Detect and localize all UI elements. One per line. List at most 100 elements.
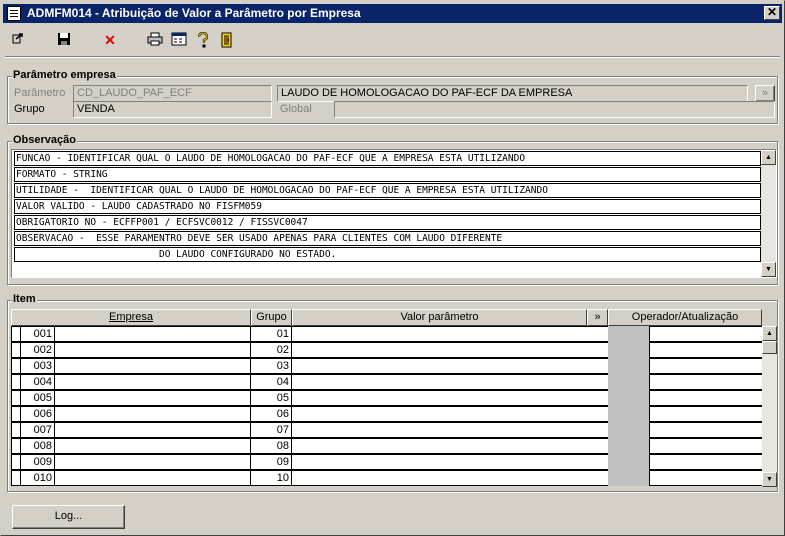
- grupo-cell[interactable]: 10: [250, 470, 292, 486]
- operador-atualizacao-cell: [649, 374, 763, 390]
- empresa-code-cell[interactable]: 003: [20, 358, 55, 374]
- parametro-empresa-label: Parâmetro empresa: [12, 69, 117, 81]
- scroll-down-icon[interactable]: ▼: [762, 472, 777, 487]
- column-header-expand[interactable]: »: [587, 309, 608, 326]
- operador-atualizacao-cell: [649, 438, 763, 454]
- empresa-name-cell[interactable]: [54, 470, 251, 486]
- empresa-code-cell[interactable]: 005: [20, 390, 55, 406]
- scroll-up-icon[interactable]: ▲: [761, 150, 776, 165]
- grupo-field[interactable]: VENDA: [73, 101, 272, 118]
- table-row[interactable]: 004 04: [11, 374, 763, 390]
- log-button[interactable]: Log...: [12, 505, 125, 529]
- scroll-thumb[interactable]: [762, 341, 777, 354]
- empresa-name-cell[interactable]: [54, 390, 251, 406]
- observacao-memo[interactable]: FUNCAO - IDENTIFICAR QUAL O LAUDO DE HOM…: [11, 149, 777, 278]
- valor-parametro-cell[interactable]: [291, 358, 609, 374]
- operador-status-cell: [608, 454, 650, 470]
- delete-icon[interactable]: ✕: [101, 32, 119, 50]
- observacao-line: OBSERVACAO - ESSE PARAMENTRO DEVE SER US…: [14, 231, 761, 246]
- table-row[interactable]: 010 10: [11, 470, 763, 486]
- grupo-cell[interactable]: 06: [250, 406, 292, 422]
- help-icon[interactable]: [194, 31, 212, 50]
- operador-status-cell: [608, 342, 650, 358]
- column-header-empresa[interactable]: Empresa: [11, 309, 251, 326]
- valor-parametro-cell[interactable]: [291, 438, 609, 454]
- table-row[interactable]: 007 07: [11, 422, 763, 438]
- global-field[interactable]: [334, 101, 775, 118]
- valor-parametro-cell[interactable]: [291, 406, 609, 422]
- exit-arrow-icon[interactable]: [9, 32, 27, 50]
- valor-parametro-cell[interactable]: [291, 454, 609, 470]
- table-row[interactable]: 003 03: [11, 358, 763, 374]
- empresa-code-cell[interactable]: 007: [20, 422, 55, 438]
- column-header-valor[interactable]: Valor parâmetro: [292, 309, 587, 326]
- observacao-line: UTILIDADE - IDENTIFICAR QUAL O LAUDO DE …: [14, 183, 761, 198]
- column-header-grupo[interactable]: Grupo: [251, 309, 292, 326]
- valor-parametro-cell[interactable]: [291, 342, 609, 358]
- empresa-name-cell[interactable]: [54, 454, 251, 470]
- empresa-code-cell[interactable]: 001: [20, 326, 55, 342]
- parametro-description-field: LAUDO DE HOMOLOGACAO DO PAF-ECF DA EMPRE…: [277, 85, 748, 102]
- empresa-code-cell[interactable]: 002: [20, 342, 55, 358]
- operador-status-cell: [608, 438, 650, 454]
- grupo-cell[interactable]: 02: [250, 342, 292, 358]
- column-header-operador[interactable]: Operador/Atualização: [608, 309, 762, 326]
- grupo-cell[interactable]: 03: [250, 358, 292, 374]
- empresa-code-cell[interactable]: 006: [20, 406, 55, 422]
- table-row[interactable]: 006 06: [11, 406, 763, 422]
- operador-atualizacao-cell: [649, 358, 763, 374]
- empresa-code-cell[interactable]: 008: [20, 438, 55, 454]
- grupo-label: Grupo: [14, 103, 45, 115]
- table-row[interactable]: 001 01: [11, 326, 763, 342]
- empresa-name-cell[interactable]: [54, 342, 251, 358]
- item-scrollbar[interactable]: ▲ ▼: [762, 326, 777, 487]
- title-bar[interactable]: ADMFM014 - Atribuição de Valor a Parâmet…: [3, 4, 782, 23]
- table-row[interactable]: 002 02: [11, 342, 763, 358]
- print-icon[interactable]: [146, 32, 164, 50]
- operador-atualizacao-cell: [649, 326, 763, 342]
- operador-status-cell: [608, 422, 650, 438]
- grupo-cell[interactable]: 07: [250, 422, 292, 438]
- parametro-label: Parâmetro: [14, 87, 66, 99]
- valor-parametro-cell[interactable]: [291, 326, 609, 342]
- item-label: Item: [12, 293, 37, 305]
- operador-atualizacao-cell: [649, 454, 763, 470]
- operador-atualizacao-cell: [649, 406, 763, 422]
- empresa-name-cell[interactable]: [54, 374, 251, 390]
- empresa-name-cell[interactable]: [54, 438, 251, 454]
- observacao-scrollbar[interactable]: ▲ ▼: [761, 150, 776, 277]
- empresa-code-cell[interactable]: 004: [20, 374, 55, 390]
- close-button[interactable]: ✕: [764, 6, 780, 20]
- empresa-name-cell[interactable]: [54, 358, 251, 374]
- grupo-cell[interactable]: 08: [250, 438, 292, 454]
- door-exit-icon[interactable]: [218, 32, 236, 50]
- grupo-cell[interactable]: 09: [250, 454, 292, 470]
- observacao-line: FUNCAO - IDENTIFICAR QUAL O LAUDO DE HOM…: [14, 151, 761, 166]
- grupo-cell[interactable]: 05: [250, 390, 292, 406]
- empresa-name-cell[interactable]: [54, 422, 251, 438]
- toolbar-separator: [5, 56, 780, 58]
- empresa-name-cell[interactable]: [54, 406, 251, 422]
- table-row[interactable]: 008 08: [11, 438, 763, 454]
- scroll-up-icon[interactable]: ▲: [762, 326, 777, 341]
- empresa-name-cell[interactable]: [54, 326, 251, 342]
- valor-parametro-cell[interactable]: [291, 422, 609, 438]
- observacao-line: OBRIGATORIO NO - ECFFP001 / ECFSVC0012 /…: [14, 215, 761, 230]
- save-icon[interactable]: [55, 32, 73, 50]
- valor-parametro-cell[interactable]: [291, 374, 609, 390]
- valor-parametro-cell[interactable]: [291, 470, 609, 486]
- grupo-cell[interactable]: 01: [250, 326, 292, 342]
- table-row[interactable]: 005 05: [11, 390, 763, 406]
- scroll-down-icon[interactable]: ▼: [761, 262, 776, 277]
- operador-atualizacao-cell: [649, 390, 763, 406]
- empresa-code-cell[interactable]: 009: [20, 454, 55, 470]
- empresa-code-cell[interactable]: 010: [20, 470, 55, 486]
- grupo-cell[interactable]: 04: [250, 374, 292, 390]
- calculator-icon[interactable]: [170, 32, 188, 50]
- observacao-label: Observação: [12, 134, 77, 146]
- operador-status-cell: [608, 374, 650, 390]
- parametro-lookup-button[interactable]: »: [755, 85, 775, 102]
- table-row[interactable]: 009 09: [11, 454, 763, 470]
- valor-parametro-cell[interactable]: [291, 390, 609, 406]
- parametro-field[interactable]: CD_LAUDO_PAF_ECF: [73, 85, 272, 102]
